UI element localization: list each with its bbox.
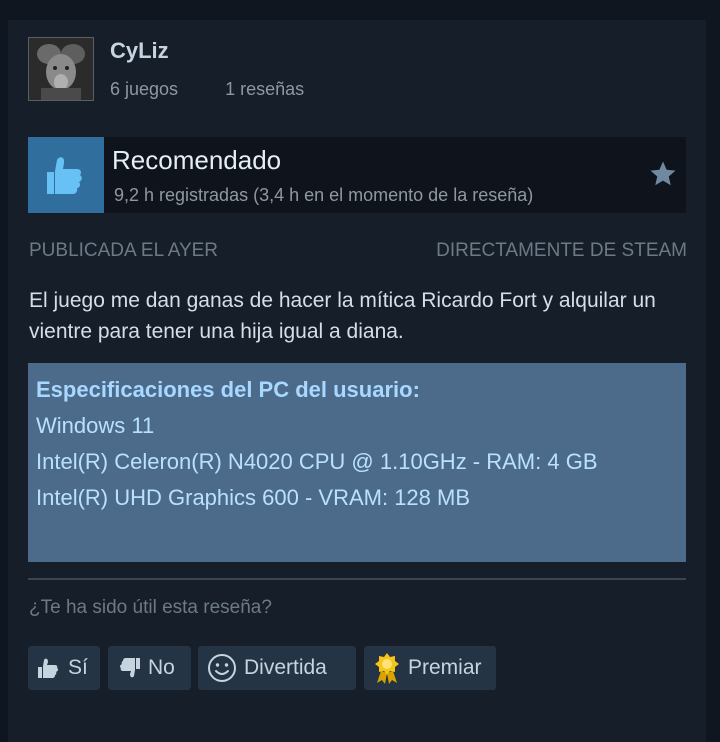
vote-no-label: No — [148, 656, 175, 679]
hours-played: 9,2 h registradas (3,4 h en el momento d… — [114, 185, 534, 205]
avatar-image — [29, 38, 93, 100]
divider — [28, 578, 686, 580]
recommendation-thumb — [28, 137, 104, 213]
pc-specs-box: Especificaciones del PC del usuario: Win… — [28, 363, 686, 562]
thumbs-up-icon — [38, 658, 59, 678]
specs-gpu: Intel(R) UHD Graphics 600 - VRAM: 128 MB — [36, 485, 471, 510]
vote-yes-label: Sí — [68, 656, 88, 679]
award-icon — [375, 653, 399, 684]
avatar[interactable] — [28, 37, 94, 101]
specs-cpu: Intel(R) Celeron(R) N4020 CPU @ 1.10GHz … — [36, 449, 598, 474]
vote-funny-button[interactable]: Divertida — [198, 646, 356, 690]
award-label: Premiar — [408, 656, 482, 679]
review-source: DIRECTAMENTE DE STEAM — [436, 240, 687, 261]
specs-heading: Especificaciones del PC del usuario: — [36, 377, 420, 402]
thumbs-up-icon — [47, 157, 82, 194]
username[interactable]: CyLiz — [110, 38, 169, 64]
smiley-icon — [208, 654, 236, 682]
user-stats: 6 juegos 1 reseñas — [110, 79, 346, 100]
specs-os: Windows 11 — [36, 413, 155, 438]
vote-no-button[interactable]: No — [108, 646, 191, 690]
award-button[interactable]: Premiar — [364, 646, 496, 690]
recommendation-bar: Recomendado 9,2 h registradas (3,4 h en … — [28, 137, 686, 213]
published-date: PUBLICADA EL AYER — [29, 240, 219, 261]
thumbs-down-icon — [119, 658, 140, 678]
star-icon[interactable] — [648, 159, 678, 189]
recommendation-title: Recomendado — [112, 145, 282, 175]
games-count[interactable]: 6 juegos — [110, 79, 178, 99]
review-text: El juego me dan ganas de hacer la mítica… — [29, 289, 656, 343]
helpful-question: ¿Te ha sido útil esta reseña? — [29, 597, 272, 618]
reviews-count[interactable]: 1 reseñas — [225, 79, 304, 99]
vote-yes-button[interactable]: Sí — [28, 646, 100, 690]
vote-funny-label: Divertida — [244, 656, 327, 679]
